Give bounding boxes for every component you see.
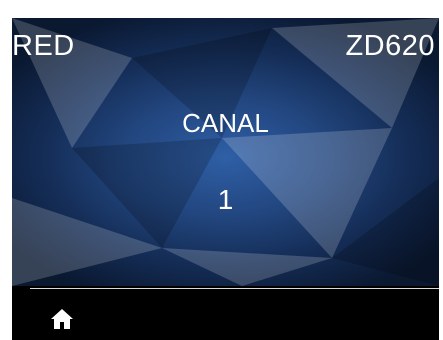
printer-display: RED ZD620 CANAL 1	[12, 18, 439, 340]
setting-value[interactable]: 1	[12, 186, 439, 214]
display-background: RED ZD620 CANAL 1	[12, 18, 439, 286]
setting-title: CANAL	[182, 108, 269, 138]
network-label: RED	[12, 30, 75, 62]
printer-model-label: ZD620	[345, 30, 435, 62]
home-button[interactable]	[50, 308, 74, 330]
home-icon	[51, 309, 73, 329]
footer-divider	[30, 288, 439, 289]
